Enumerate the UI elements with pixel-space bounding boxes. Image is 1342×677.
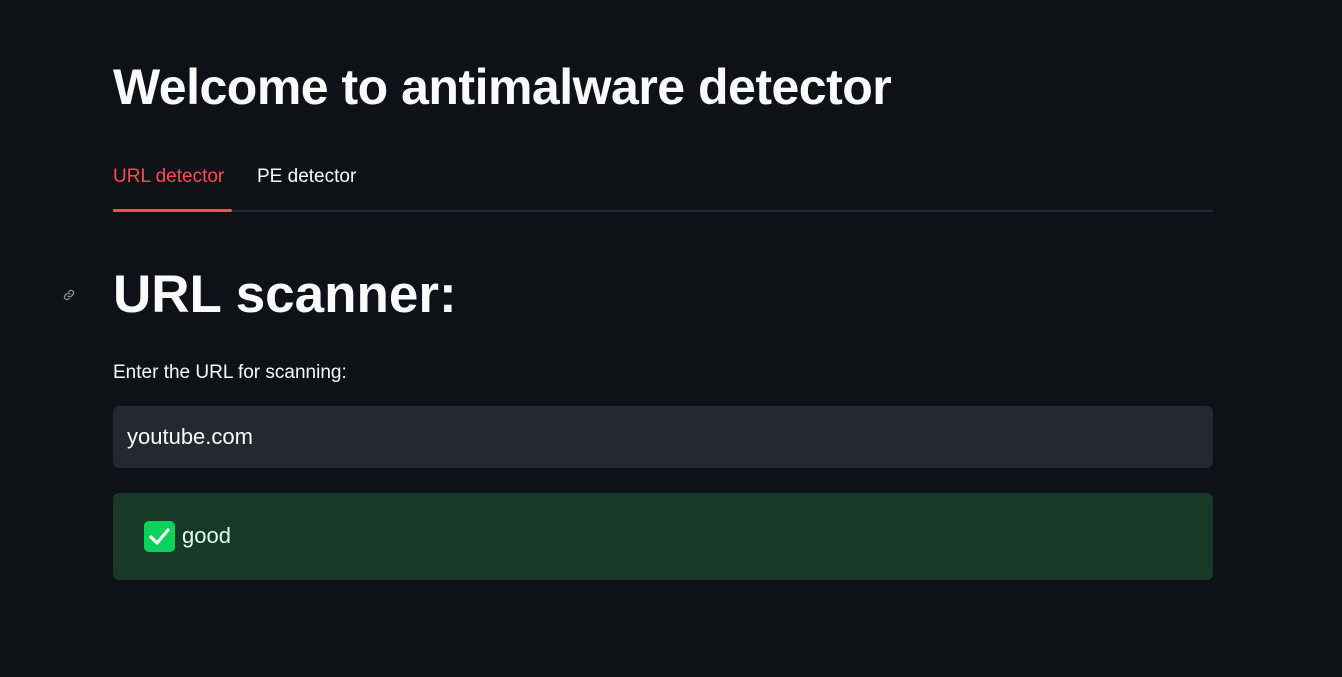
active-tab-indicator: [113, 209, 232, 212]
success-alert: good: [113, 493, 1213, 580]
check-icon: [144, 521, 175, 552]
tab-divider: [113, 210, 1213, 212]
tab-url-detector[interactable]: URL detector: [113, 166, 224, 188]
url-input[interactable]: [113, 406, 1213, 468]
result-text: good: [182, 523, 231, 548]
tab-pe-detector[interactable]: PE detector: [257, 166, 356, 188]
section-title: URL scanner:: [113, 265, 457, 324]
url-input-label: Enter the URL for scanning:: [113, 362, 347, 383]
page-title: Welcome to antimalware detector: [113, 59, 892, 115]
link-anchor-icon[interactable]: [63, 289, 75, 301]
tab-bar: URL detector PE detector: [113, 160, 1213, 212]
